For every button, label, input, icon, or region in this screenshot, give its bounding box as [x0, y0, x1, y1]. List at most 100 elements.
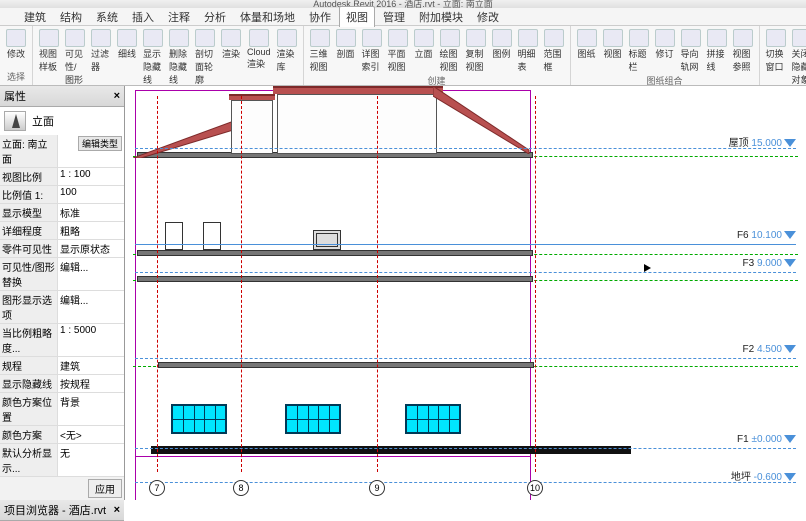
property-row[interactable]: 图形显示选项编辑...: [0, 291, 124, 324]
ribbon-button[interactable]: 范围框: [542, 28, 566, 74]
edit-type-button[interactable]: 编辑类型: [78, 136, 122, 151]
ribbon-button[interactable]: 细线: [115, 28, 139, 86]
ribbon-button[interactable]: 可见性/图形: [63, 28, 87, 86]
ribbon-button[interactable]: 明细表: [516, 28, 540, 74]
property-row[interactable]: 规程建筑: [0, 357, 124, 375]
menu-tab[interactable]: 插入: [126, 7, 160, 27]
level-line[interactable]: [135, 448, 796, 449]
ribbon-button[interactable]: 剖面: [334, 28, 358, 74]
tool-icon: [39, 29, 59, 47]
tool-icon: [388, 29, 408, 47]
grid-bubble[interactable]: 7: [149, 480, 165, 496]
level-label[interactable]: 屋顶 15.000: [729, 134, 796, 149]
property-row[interactable]: 显示模型标准: [0, 204, 124, 222]
grid-line[interactable]: [157, 96, 158, 472]
menu-tab[interactable]: 体量和场地: [234, 7, 301, 27]
menu-tab[interactable]: 建筑: [18, 7, 52, 27]
level-line[interactable]: [135, 148, 796, 149]
tool-icon: [117, 29, 137, 47]
level-label[interactable]: F2 4.500: [743, 344, 796, 355]
tool-icon: [440, 29, 460, 47]
tool-icon: [544, 29, 564, 47]
close-icon[interactable]: ×: [114, 504, 120, 516]
property-row[interactable]: 当比例粗略度...1 : 5000: [0, 324, 124, 357]
ribbon-button[interactable]: 修改: [4, 28, 28, 61]
menu-tab[interactable]: 协作: [303, 7, 337, 27]
property-row[interactable]: 颜色方案位置背景: [0, 393, 124, 426]
property-row[interactable]: 可见性/图形替换编辑...: [0, 258, 124, 291]
grid-bubble[interactable]: 9: [369, 480, 385, 496]
ribbon-button[interactable]: 标题栏: [627, 28, 651, 74]
ribbon-button[interactable]: 视图: [601, 28, 625, 74]
grid-bubble[interactable]: 10: [527, 480, 543, 496]
property-row[interactable]: 默认分析显示...无: [0, 444, 124, 477]
apply-button[interactable]: 应用: [88, 479, 122, 498]
ribbon-button[interactable]: 导向轨网: [679, 28, 703, 74]
menu-tab[interactable]: 修改: [471, 7, 505, 27]
ribbon-button[interactable]: 过滤器: [89, 28, 113, 86]
ribbon-button[interactable]: 删除隐藏线: [167, 28, 191, 86]
ribbon-button[interactable]: 平面视图: [386, 28, 410, 74]
property-row[interactable]: 显示隐藏线按规程: [0, 375, 124, 393]
menu-tab[interactable]: 结构: [54, 7, 88, 27]
browser-panel-title: 项目浏览器 - 酒店.rvt ×: [0, 500, 124, 521]
level-label[interactable]: F6 10.100: [737, 230, 796, 241]
tool-icon: [65, 29, 85, 47]
ribbon-button[interactable]: 立面: [412, 28, 436, 74]
level-label[interactable]: 地坪 -0.600: [731, 468, 796, 483]
tool-icon: [655, 29, 675, 47]
property-row[interactable]: 详细程度粗略: [0, 222, 124, 240]
roof-main: [273, 86, 443, 94]
property-row[interactable]: 零件可见性显示原状态: [0, 240, 124, 258]
drawing-canvas[interactable]: 屋顶 15.000 F6 10.100 F3 9.000 F2 4.500 F1 ±0.…: [125, 86, 806, 500]
ribbon-button[interactable]: 详图索引: [360, 28, 384, 74]
ribbon-button[interactable]: 关闭隐藏对象: [790, 28, 806, 86]
level-label[interactable]: F3 9.000: [743, 258, 796, 269]
ribbon-button[interactable]: 拼接线: [705, 28, 729, 74]
menu-tab[interactable]: 注释: [162, 7, 196, 27]
menu-tab[interactable]: 系统: [90, 7, 124, 27]
ribbon-button[interactable]: 复制视图: [464, 28, 488, 74]
ribbon-button[interactable]: 绘图视图: [438, 28, 462, 74]
grid-line[interactable]: [535, 96, 536, 472]
ribbon-button[interactable]: 修订: [653, 28, 677, 74]
level-label[interactable]: F1 ±0.000: [737, 434, 796, 445]
property-row[interactable]: 比例值 1:100: [0, 186, 124, 204]
ribbon-button[interactable]: 渲染库: [275, 28, 299, 86]
property-row[interactable]: 颜色方案<无>: [0, 426, 124, 444]
grid-bubble[interactable]: 8: [233, 480, 249, 496]
tool-icon: [733, 29, 753, 47]
tool-icon: [195, 29, 215, 47]
ribbon-button[interactable]: 视图参照: [731, 28, 755, 74]
ribbon-button[interactable]: 渲染: [219, 28, 243, 86]
grid-line[interactable]: [377, 96, 378, 472]
ribbon-button[interactable]: 剖切面轮廓: [193, 28, 217, 86]
type-selector[interactable]: 立面: 南立面: [0, 135, 58, 167]
menu-tab[interactable]: 附加模块: [413, 7, 469, 27]
grid-line[interactable]: [241, 96, 242, 472]
outline-object: [165, 222, 183, 250]
ribbon-button[interactable]: 图例: [490, 28, 514, 74]
ribbon-button[interactable]: 显示隐藏线: [141, 28, 165, 86]
tool-icon: [707, 29, 727, 47]
menu-tab[interactable]: 分析: [198, 7, 232, 27]
ribbon-button[interactable]: 视图样板: [37, 28, 61, 86]
tool-icon: [6, 29, 26, 47]
ribbon-button[interactable]: 三维视图: [308, 28, 332, 74]
menu-tab[interactable]: 管理: [377, 7, 411, 27]
ribbon-button[interactable]: 切换窗口: [764, 28, 788, 86]
tool-icon: [310, 29, 330, 47]
level-line[interactable]: [135, 272, 796, 273]
ribbon-button[interactable]: 图纸: [575, 28, 599, 74]
ribbon-button[interactable]: Cloud渲染: [245, 28, 273, 86]
properties-title-label: 属性: [4, 88, 26, 104]
cursor-icon: [644, 260, 656, 278]
property-row[interactable]: 视图比例1 : 100: [0, 168, 124, 186]
level-line[interactable]: [135, 358, 796, 359]
menu-tab[interactable]: 视图: [339, 6, 375, 27]
tool-icon: [336, 29, 356, 47]
close-icon[interactable]: ×: [114, 90, 120, 102]
level-line[interactable]: [135, 244, 796, 245]
tool-icon: [221, 29, 241, 47]
ribbon: 修改选择视图样板可见性/图形过滤器细线显示隐藏线删除隐藏线剖切面轮廓渲染Clou…: [0, 26, 806, 86]
